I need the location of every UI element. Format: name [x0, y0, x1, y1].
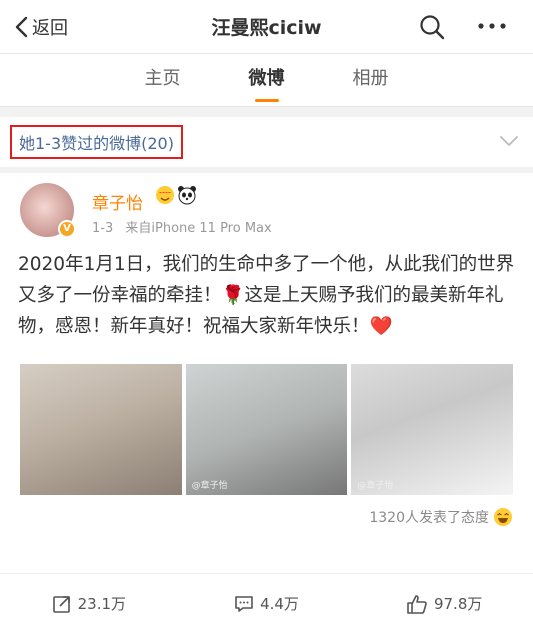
back-button[interactable]: 返回 [14, 0, 68, 54]
photo-watermark: @章子怡 [191, 481, 228, 491]
chevron-down-icon[interactable] [499, 135, 519, 147]
repost-button[interactable]: 23.1万 [0, 574, 178, 627]
post-photo[interactable]: @章子怡 [185, 364, 348, 495]
heart-eyes-emoji [156, 186, 174, 204]
post-text: 2020年1月1日，我们的生命中多了一个他，从此我们的世界又多了一份幸福的牵挂！… [18, 254, 515, 337]
post-photo[interactable]: @章子怡 [351, 364, 514, 495]
top-nav-bar: 返回 汪曼熙ciciw [0, 0, 533, 54]
tab-album[interactable]: 相册 [319, 54, 423, 106]
liked-filter-bar[interactable]: 她1-3赞过的微博(20) [0, 117, 533, 167]
liked-filter-label: 她1-3赞过的微博(20) [10, 125, 183, 159]
weibo-post-card[interactable]: V 章子怡 1-3 来自iPhone 11 Pro Max 2020年1月1日，… [0, 173, 533, 627]
tab-home[interactable]: 主页 [111, 54, 215, 106]
photo-watermark: @章子怡 [357, 481, 394, 491]
profile-tabs: 主页 微博 相册 [0, 54, 533, 107]
back-label: 返回 [32, 18, 68, 39]
laughing-emoji [494, 508, 512, 526]
repost-count: 23.1万 [77, 595, 127, 613]
search-icon[interactable] [419, 14, 445, 40]
chevron-left-icon [15, 16, 28, 38]
post-date: 1-3 [92, 221, 114, 236]
comment-count: 4.4万 [260, 595, 299, 613]
post-action-bar: 23.1万 4.4万 97.8万 [0, 573, 533, 627]
post-photo[interactable] [20, 364, 182, 495]
reactions-count: 1320人发表了态度 [369, 510, 489, 526]
post-source: 来自iPhone 11 Pro Max [125, 221, 272, 236]
verified-badge-icon: V [58, 220, 76, 238]
thumbs-up-icon [407, 594, 427, 614]
post-author[interactable]: 章子怡 [92, 189, 143, 214]
more-icon[interactable] [477, 16, 507, 36]
tab-weibo[interactable]: 微博 [215, 54, 319, 106]
post-meta: 1-3 来自iPhone 11 Pro Max [92, 217, 280, 236]
page-title: 汪曼熙ciciw [211, 17, 322, 39]
comment-icon [235, 595, 253, 612]
reactions-summary[interactable]: 1320人发表了态度 [369, 507, 513, 527]
like-count: 97.8万 [433, 595, 483, 613]
panda-emoji [178, 186, 196, 205]
post-photo-grid: @章子怡 @章子怡 [20, 364, 514, 495]
author-emoji-group [155, 185, 197, 205]
like-button[interactable]: 97.8万 [355, 574, 533, 627]
comment-button[interactable]: 4.4万 [178, 574, 356, 627]
repost-icon [52, 595, 70, 613]
